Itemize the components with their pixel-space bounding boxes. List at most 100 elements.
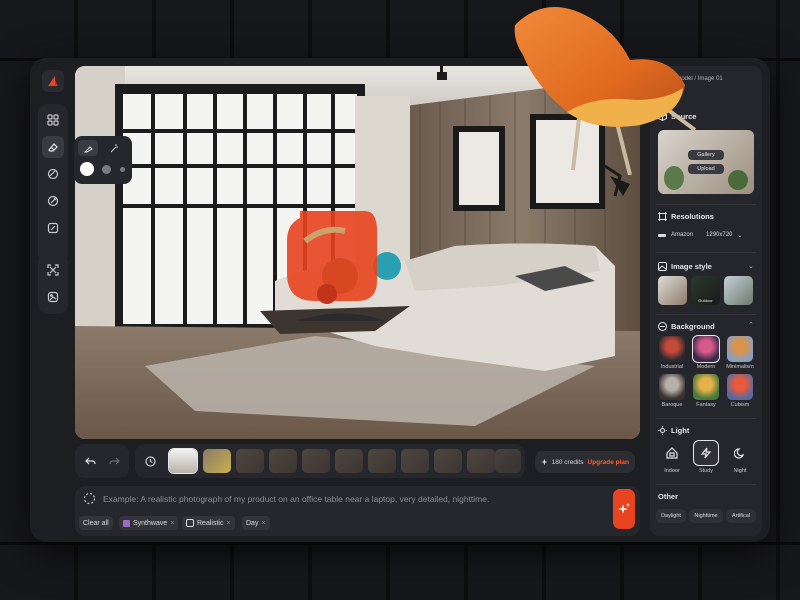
left-toolbar xyxy=(38,104,68,264)
undo-redo-bar xyxy=(75,444,129,478)
tag-remove-icon[interactable]: × xyxy=(170,520,174,527)
style-option[interactable] xyxy=(658,276,687,305)
eraser-icon[interactable] xyxy=(42,136,64,158)
background-option[interactable]: Modern xyxy=(692,335,720,370)
light-title: Light xyxy=(671,426,690,435)
tag-label: Day xyxy=(246,519,259,527)
background-title: Background xyxy=(671,322,715,331)
history-thumbnail[interactable] xyxy=(269,449,297,473)
other-option[interactable]: Nighttime xyxy=(689,509,723,523)
history-thumbnail[interactable] xyxy=(368,449,396,473)
prompt-tag[interactable]: Realistic × xyxy=(182,516,235,530)
moon-icon xyxy=(734,448,745,459)
history-thumbnail[interactable] xyxy=(434,449,462,473)
style-option[interactable] xyxy=(724,276,753,305)
credits-bar: 180 credits Upgrade plan xyxy=(535,451,635,473)
prompt-tag[interactable]: Day × xyxy=(242,516,270,530)
palette-icon[interactable] xyxy=(42,163,64,185)
sparkle-icon xyxy=(541,458,548,466)
style-option[interactable]: Outdoor xyxy=(691,276,720,305)
other-option[interactable]: Artifical xyxy=(726,509,756,523)
background-header: Background xyxy=(658,322,715,331)
background-option[interactable]: Baroque xyxy=(658,374,686,408)
image-style-header: Image style xyxy=(658,262,712,271)
other-option[interactable]: Daylight xyxy=(656,509,686,523)
balloon-thumb xyxy=(692,335,720,363)
redo-icon[interactable] xyxy=(104,451,124,471)
history-thumbnail[interactable] xyxy=(401,449,429,473)
chevron-up-icon[interactable]: ⌃ xyxy=(748,321,754,329)
crop-icon[interactable] xyxy=(42,217,64,239)
chevron-down-icon[interactable]: ⌄ xyxy=(748,262,754,270)
history-thumbnail[interactable] xyxy=(302,449,330,473)
other-title: Other xyxy=(658,492,679,501)
background-label: Cubism xyxy=(730,402,750,408)
undo-icon[interactable] xyxy=(80,451,100,471)
clock-icon[interactable] xyxy=(140,451,160,471)
divider xyxy=(656,418,756,419)
platform-label: Amazon xyxy=(671,232,694,238)
history-thumbnail[interactable] xyxy=(495,449,521,473)
expand-icon[interactable] xyxy=(42,259,64,281)
grid-icon[interactable] xyxy=(42,109,64,131)
light-label: Indoor xyxy=(664,468,680,474)
history-thumbnail[interactable] xyxy=(467,449,495,473)
background-label: Fantasy xyxy=(696,402,716,408)
tag-remove-icon[interactable]: × xyxy=(261,520,265,527)
preview-plant xyxy=(728,170,748,190)
light-option[interactable]: Study xyxy=(692,440,720,474)
light-header: Light xyxy=(658,426,689,435)
divider xyxy=(656,252,756,253)
background-label: Modern xyxy=(696,364,716,370)
tag-remove-icon[interactable]: × xyxy=(226,520,230,527)
platform-icon xyxy=(658,233,666,237)
magic-wand-icon[interactable] xyxy=(104,140,124,156)
image-icon xyxy=(186,519,194,527)
resolution-select[interactable]: Amazon 1290x720 ⌄ xyxy=(658,228,754,242)
light-label: Night xyxy=(733,468,747,474)
size-label: 1290x720 xyxy=(706,232,733,238)
background-option[interactable]: Fantasy xyxy=(692,374,720,408)
prompt-box: Example: A realistic photograph of my pr… xyxy=(75,486,640,536)
light-label: Study xyxy=(698,468,714,474)
light-option[interactable]: Indoor xyxy=(658,440,686,474)
background-option[interactable]: Minimalism xyxy=(726,336,754,370)
style-option-label: Outdoor xyxy=(698,298,713,303)
resolutions-header: Resolutions xyxy=(658,212,714,221)
light-option[interactable]: Night xyxy=(726,440,754,474)
history-thumbnail[interactable] xyxy=(203,449,231,473)
background-label: Industrial xyxy=(660,364,684,370)
upgrade-link[interactable]: Upgrade plan xyxy=(587,459,629,466)
divider xyxy=(656,204,756,205)
background-label: Baroque xyxy=(661,402,683,408)
brush-size-medium[interactable] xyxy=(102,165,111,174)
pen-icon[interactable] xyxy=(42,190,64,212)
image-style-title: Image style xyxy=(671,262,712,271)
image-edit-icon[interactable] xyxy=(42,286,64,308)
brush-size-large[interactable] xyxy=(80,162,94,176)
other-header: Other xyxy=(658,492,678,501)
clear-all-button[interactable]: Clear all xyxy=(79,516,113,530)
generate-button[interactable] xyxy=(613,489,635,529)
brush-size-small[interactable] xyxy=(120,167,125,172)
balloon-thumb xyxy=(659,336,685,362)
history-strip xyxy=(135,444,525,478)
history-thumbnail[interactable] xyxy=(236,449,264,473)
brush-icon[interactable] xyxy=(78,140,98,156)
prompt-input[interactable]: Example: A realistic photograph of my pr… xyxy=(103,494,489,504)
background-option[interactable]: Industrial xyxy=(658,336,686,370)
image-icon xyxy=(658,262,667,271)
history-thumbnail[interactable] xyxy=(168,448,198,474)
layers-icon xyxy=(658,322,667,331)
bolt-icon xyxy=(700,447,712,459)
history-thumbnail[interactable] xyxy=(335,449,363,473)
background-option[interactable]: Cubism xyxy=(726,374,754,408)
wall-groove xyxy=(0,542,800,545)
prompt-tag[interactable]: Synthwave × xyxy=(119,516,179,530)
left-toolbar-bottom xyxy=(38,254,68,314)
sun-icon xyxy=(658,426,667,435)
divider xyxy=(656,314,756,315)
balloon-thumb xyxy=(693,374,719,400)
tag-label: Synthwave xyxy=(133,519,168,527)
frame-icon xyxy=(658,212,667,221)
